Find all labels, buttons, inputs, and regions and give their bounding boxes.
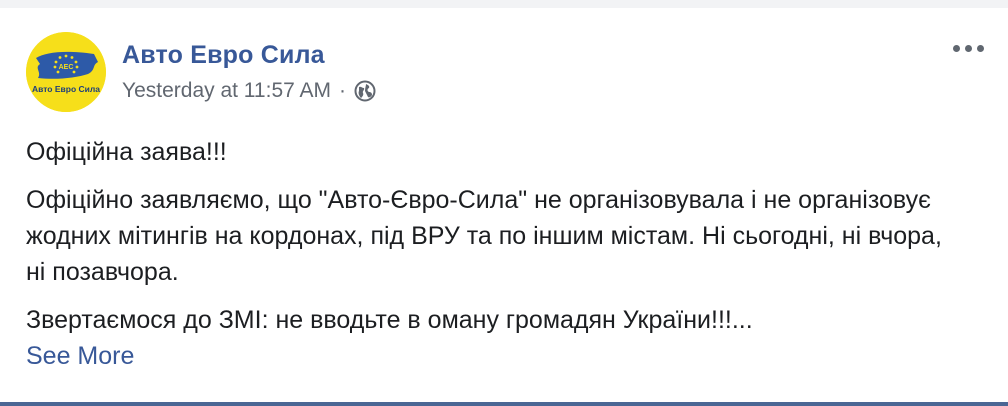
post-paragraph: Офіційна заява!!! [26, 138, 227, 166]
svg-text:Авто Евро Сила: Авто Евро Сила [32, 84, 100, 94]
post-paragraph: Звертаємося до ЗМІ: не вводьте в оману г… [26, 306, 753, 334]
meta-separator: · [338, 79, 346, 102]
more-dot [964, 44, 972, 52]
avatar[interactable]: АЕС Авто Евро Сила [26, 32, 106, 112]
top-divider [0, 0, 1008, 8]
page-logo-icon: АЕС Авто Евро Сила [26, 32, 106, 112]
bottom-divider [0, 402, 1008, 406]
facebook-post: АЕС Авто Евро Сила Авто Евро Сила Yester… [0, 0, 1008, 406]
post-body: Офіційна заява!!! Офіційно заявляємо, що… [26, 134, 966, 374]
globe-icon[interactable] [354, 80, 376, 102]
more-dot [976, 44, 984, 52]
see-more-link[interactable]: See More [26, 341, 134, 371]
post-paragraph: Офіційно заявляємо, що "Авто-Євро-Сила" … [26, 186, 942, 286]
more-dot [952, 44, 960, 52]
header-text: Авто Евро Сила Yesterday at 11:57 AM · [122, 40, 376, 104]
post-meta: Yesterday at 11:57 AM · [122, 78, 376, 104]
post-header: АЕС Авто Евро Сила Авто Евро Сила Yester… [26, 32, 376, 112]
page-name-link[interactable]: Авто Евро Сила [122, 40, 376, 70]
timestamp-link[interactable]: Yesterday at 11:57 AM [122, 78, 331, 104]
more-options-icon[interactable] [948, 38, 988, 58]
svg-text:АЕС: АЕС [59, 64, 74, 71]
